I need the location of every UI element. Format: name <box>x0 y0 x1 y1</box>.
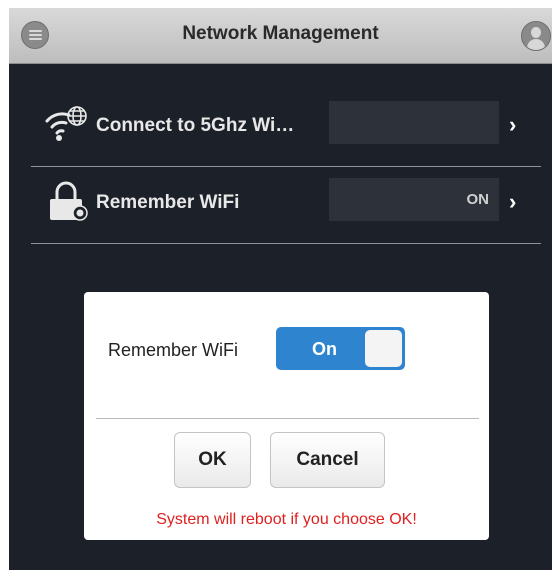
user-avatar-icon[interactable] <box>521 21 551 51</box>
ok-button[interactable]: OK <box>174 432 251 488</box>
lock-wifi-icon <box>50 181 88 221</box>
settings-row-remember-wifi[interactable]: Remember WiFi ON › <box>31 167 541 244</box>
chevron-right-icon[interactable]: › <box>509 189 516 215</box>
page-title: Network Management <box>182 23 379 44</box>
wifi-globe-icon <box>45 106 87 141</box>
toggle-knob[interactable] <box>365 330 402 367</box>
row-value-5ghz <box>329 101 499 144</box>
reboot-warning: System will reboot if you choose OK! <box>156 511 417 528</box>
row-label-remember-wifi: Remember WiFi <box>96 192 240 213</box>
row-value-remember-wifi: ON <box>329 178 499 221</box>
chevron-right-icon[interactable]: › <box>509 112 516 138</box>
divider <box>96 418 479 419</box>
row-label-5ghz: Connect to 5Ghz Wi… <box>96 115 295 136</box>
header-bar: Network Management <box>9 8 552 64</box>
cancel-button[interactable]: Cancel <box>270 432 385 488</box>
settings-row-5ghz[interactable]: Connect to 5Ghz Wi… › <box>31 90 541 167</box>
confirm-dialog: Remember WiFi On OK Cancel System will r… <box>84 292 489 540</box>
remember-wifi-toggle[interactable]: On <box>276 327 405 370</box>
app-window: Network Management Connect to 5Ghz Wi… › <box>9 8 552 570</box>
toggle-label: On <box>312 339 337 359</box>
dialog-label: Remember WiFi <box>108 340 239 360</box>
